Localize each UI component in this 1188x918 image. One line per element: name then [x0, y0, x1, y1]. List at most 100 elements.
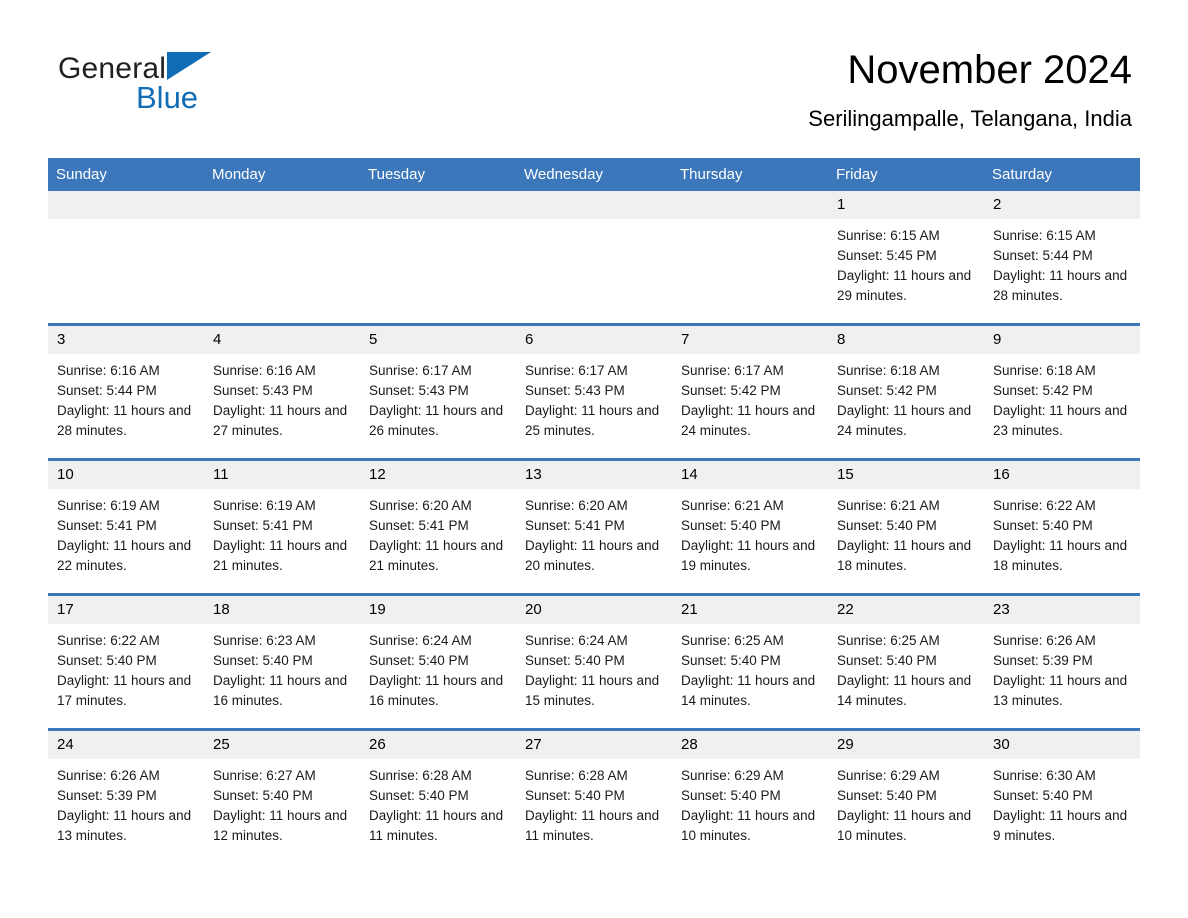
daylight-text: Daylight: 11 hours and 11 minutes.: [369, 808, 504, 843]
calendar-day-cell[interactable]: 7 Sunrise: 6:17 AM Sunset: 5:42 PM Daylight…: [672, 323, 828, 460]
sunrise-text: Sunrise: 6:19 AM: [57, 498, 160, 513]
day-number: 4: [204, 326, 360, 354]
calendar-day-cell[interactable]: 17 Sunrise: 6:22 AM Sunset: 5:40 PM Dayligh…: [48, 593, 204, 730]
day-number: [204, 191, 360, 219]
sunrise-text: Sunrise: 6:20 AM: [525, 498, 628, 513]
daylight-text: Daylight: 11 hours and 13 minutes.: [57, 808, 192, 843]
page-header: General Blue November 2024 Serilingampal…: [0, 0, 1188, 131]
triangle-icon: [167, 52, 212, 80]
calendar-day-cell[interactable]: 6 Sunrise: 6:17 AM Sunset: 5:43 PM Daylight…: [516, 323, 672, 460]
calendar-day-cell[interactable]: 9 Sunrise: 6:18 AM Sunset: 5:42 PM Daylight…: [984, 323, 1140, 460]
daylight-text: Daylight: 11 hours and 27 minutes.: [213, 403, 348, 438]
day-number: 24: [48, 731, 204, 759]
day-number: 28: [672, 731, 828, 759]
day-number: 26: [360, 731, 516, 759]
calendar-day-cell[interactable]: 8 Sunrise: 6:18 AM Sunset: 5:42 PM Daylight…: [828, 323, 984, 460]
day-info: Sunrise: 6:30 AM Sunset: 5:40 PM Daylight:…: [984, 759, 1140, 846]
day-cell-inner: 25 Sunrise: 6:27 AM Sunset: 5:40 PM Dayligh…: [204, 731, 360, 863]
day-info: Sunrise: 6:25 AM Sunset: 5:40 PM Daylight:…: [672, 624, 828, 711]
calendar-day-cell[interactable]: 27 Sunrise: 6:28 AM Sunset: 5:40 PM Dayligh…: [516, 728, 672, 863]
daylight-text: Daylight: 11 hours and 23 minutes.: [993, 403, 1128, 438]
weekday-header-row: Sunday Monday Tuesday Wednesday Thursday…: [48, 158, 1140, 191]
day-number: [672, 191, 828, 219]
title-block: November 2024 Serilingampalle, Telangana…: [808, 46, 1132, 134]
sunrise-text: Sunrise: 6:17 AM: [681, 363, 784, 378]
sunrise-text: Sunrise: 6:18 AM: [993, 363, 1096, 378]
calendar-day-cell[interactable]: 28 Sunrise: 6:29 AM Sunset: 5:40 PM Dayligh…: [672, 728, 828, 863]
sunset-text: Sunset: 5:42 PM: [837, 383, 937, 398]
day-number: 6: [516, 326, 672, 354]
calendar-day-cell[interactable]: 3 Sunrise: 6:16 AM Sunset: 5:44 PM Daylight…: [48, 323, 204, 460]
day-number: 11: [204, 461, 360, 489]
daylight-text: Daylight: 11 hours and 18 minutes.: [837, 538, 972, 573]
day-info: Sunrise: 6:26 AM Sunset: 5:39 PM Daylight:…: [48, 759, 204, 846]
daylight-text: Daylight: 11 hours and 21 minutes.: [369, 538, 504, 573]
day-info: Sunrise: 6:25 AM Sunset: 5:40 PM Daylight:…: [828, 624, 984, 711]
sunrise-text: Sunrise: 6:29 AM: [681, 768, 784, 783]
calendar-day-cell[interactable]: 12 Sunrise: 6:20 AM Sunset: 5:41 PM Dayligh…: [360, 458, 516, 595]
calendar-day-cell[interactable]: 15 Sunrise: 6:21 AM Sunset: 5:40 PM Dayligh…: [828, 458, 984, 595]
calendar-day-cell[interactable]: 1 Sunrise: 6:15 AM Sunset: 5:45 PM Daylight…: [828, 191, 984, 325]
sunrise-text: Sunrise: 6:22 AM: [993, 498, 1096, 513]
calendar-day-cell[interactable]: 29 Sunrise: 6:29 AM Sunset: 5:40 PM Dayligh…: [828, 728, 984, 863]
day-cell-inner: [204, 191, 360, 323]
day-number: 3: [48, 326, 204, 354]
day-cell-inner: 27 Sunrise: 6:28 AM Sunset: 5:40 PM Dayligh…: [516, 731, 672, 863]
calendar-day-cell[interactable]: 19 Sunrise: 6:24 AM Sunset: 5:40 PM Dayligh…: [360, 593, 516, 730]
page-title: November 2024: [847, 48, 1132, 92]
daylight-text: Daylight: 11 hours and 25 minutes.: [525, 403, 660, 438]
day-info: Sunrise: 6:20 AM Sunset: 5:41 PM Daylight:…: [360, 489, 516, 576]
day-cell-inner: 23 Sunrise: 6:26 AM Sunset: 5:39 PM Dayligh…: [984, 596, 1140, 728]
day-info: Sunrise: 6:26 AM Sunset: 5:39 PM Daylight:…: [984, 624, 1140, 711]
day-number: 20: [516, 596, 672, 624]
calendar-day-cell[interactable]: 2 Sunrise: 6:15 AM Sunset: 5:44 PM Daylight…: [984, 191, 1140, 325]
calendar-day-cell[interactable]: 24 Sunrise: 6:26 AM Sunset: 5:39 PM Dayligh…: [48, 728, 204, 863]
day-info: Sunrise: 6:29 AM Sunset: 5:40 PM Daylight:…: [672, 759, 828, 846]
calendar-day-cell[interactable]: 5 Sunrise: 6:17 AM Sunset: 5:43 PM Daylight…: [360, 323, 516, 460]
sunrise-text: Sunrise: 6:28 AM: [525, 768, 628, 783]
sunset-text: Sunset: 5:41 PM: [369, 518, 469, 533]
daylight-text: Daylight: 11 hours and 20 minutes.: [525, 538, 660, 573]
day-number: 5: [360, 326, 516, 354]
daylight-text: Daylight: 11 hours and 19 minutes.: [681, 538, 816, 573]
sunset-text: Sunset: 5:40 PM: [837, 653, 937, 668]
sunrise-text: Sunrise: 6:30 AM: [993, 768, 1096, 783]
calendar-day-cell[interactable]: 10 Sunrise: 6:19 AM Sunset: 5:41 PM Dayligh…: [48, 458, 204, 595]
sunset-text: Sunset: 5:40 PM: [369, 788, 469, 803]
calendar-day-cell[interactable]: 22 Sunrise: 6:25 AM Sunset: 5:40 PM Dayligh…: [828, 593, 984, 730]
weekday-header-saturday: Saturday: [984, 158, 1140, 191]
sunset-text: Sunset: 5:40 PM: [681, 653, 781, 668]
daylight-text: Daylight: 11 hours and 24 minutes.: [681, 403, 816, 438]
calendar-day-cell[interactable]: 30 Sunrise: 6:30 AM Sunset: 5:40 PM Dayligh…: [984, 728, 1140, 863]
day-number: 12: [360, 461, 516, 489]
sunrise-text: Sunrise: 6:20 AM: [369, 498, 472, 513]
calendar-day-cell[interactable]: 11 Sunrise: 6:19 AM Sunset: 5:41 PM Dayligh…: [204, 458, 360, 595]
calendar-day-cell[interactable]: 21 Sunrise: 6:25 AM Sunset: 5:40 PM Dayligh…: [672, 593, 828, 730]
calendar-day-cell[interactable]: 16 Sunrise: 6:22 AM Sunset: 5:40 PM Dayligh…: [984, 458, 1140, 595]
calendar-day-cell[interactable]: 13 Sunrise: 6:20 AM Sunset: 5:41 PM Dayligh…: [516, 458, 672, 595]
calendar-day-cell[interactable]: 20 Sunrise: 6:24 AM Sunset: 5:40 PM Dayligh…: [516, 593, 672, 730]
calendar-week-row: 24 Sunrise: 6:26 AM Sunset: 5:39 PM Dayligh…: [48, 728, 1140, 863]
weekday-header-tuesday: Tuesday: [360, 158, 516, 191]
sunset-text: Sunset: 5:41 PM: [57, 518, 157, 533]
sunrise-text: Sunrise: 6:15 AM: [993, 228, 1096, 243]
sunrise-text: Sunrise: 6:28 AM: [369, 768, 472, 783]
day-info: Sunrise: 6:24 AM Sunset: 5:40 PM Daylight:…: [360, 624, 516, 711]
calendar-day-cell[interactable]: 26 Sunrise: 6:28 AM Sunset: 5:40 PM Dayligh…: [360, 728, 516, 863]
sunrise-text: Sunrise: 6:16 AM: [213, 363, 316, 378]
sunrise-text: Sunrise: 6:22 AM: [57, 633, 160, 648]
calendar-table: Sunday Monday Tuesday Wednesday Thursday…: [48, 158, 1140, 863]
calendar-day-cell[interactable]: 18 Sunrise: 6:23 AM Sunset: 5:40 PM Dayligh…: [204, 593, 360, 730]
sunset-text: Sunset: 5:44 PM: [57, 383, 157, 398]
day-number: 22: [828, 596, 984, 624]
logo-general-text: General: [58, 52, 167, 85]
day-number: 25: [204, 731, 360, 759]
calendar-day-cell[interactable]: 14 Sunrise: 6:21 AM Sunset: 5:40 PM Dayligh…: [672, 458, 828, 595]
sunset-text: Sunset: 5:40 PM: [681, 788, 781, 803]
day-info: Sunrise: 6:19 AM Sunset: 5:41 PM Daylight:…: [204, 489, 360, 576]
sunset-text: Sunset: 5:40 PM: [57, 653, 157, 668]
calendar-day-cell[interactable]: 4 Sunrise: 6:16 AM Sunset: 5:43 PM Daylight…: [204, 323, 360, 460]
calendar-day-cell[interactable]: 25 Sunrise: 6:27 AM Sunset: 5:40 PM Dayligh…: [204, 728, 360, 863]
calendar-day-cell[interactable]: 23 Sunrise: 6:26 AM Sunset: 5:39 PM Dayligh…: [984, 593, 1140, 730]
day-number: [516, 191, 672, 219]
